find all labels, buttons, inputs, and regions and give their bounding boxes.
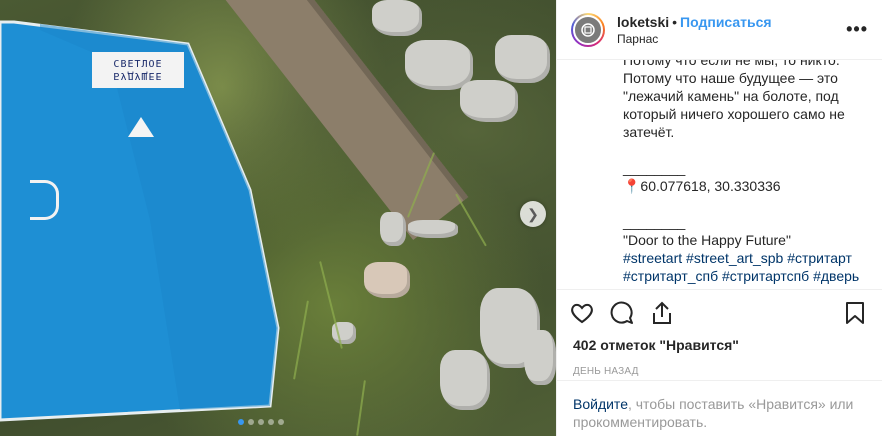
comment-button[interactable] xyxy=(609,300,635,326)
chevron-right-icon: ❯ xyxy=(527,205,539,222)
next-photo-button[interactable]: ❯ xyxy=(520,201,546,227)
instagram-post: СВЕТЛОЕ БУДУЩЕЕ ❯ loketski • Подписаться… xyxy=(0,0,882,436)
login-prompt: Войдите, чтобы поставить «Нравится» или … xyxy=(557,380,882,431)
avatar[interactable] xyxy=(571,12,605,47)
avatar-image xyxy=(573,14,603,45)
door-sign-line1: СВЕТЛОЕ xyxy=(113,59,163,70)
login-link[interactable]: Войдите xyxy=(573,396,628,412)
caption: Потому что если не мы, то никто. Потому … xyxy=(557,60,867,288)
post-header: loketski • Подписаться Парнас ••• xyxy=(557,0,882,60)
location-link[interactable]: Парнас xyxy=(617,31,846,47)
door-sign: СВЕТЛОЕ БУДУЩЕЕ xyxy=(92,52,184,88)
stone xyxy=(524,330,556,385)
comment-icon xyxy=(610,301,633,324)
post-time[interactable]: ДЕНЬ НАЗАД xyxy=(557,354,882,377)
username[interactable]: loketski xyxy=(617,14,669,30)
stone xyxy=(440,350,490,410)
share-button[interactable] xyxy=(649,300,675,326)
door-handle xyxy=(30,180,59,220)
stone xyxy=(380,212,406,246)
profile-logo-icon xyxy=(581,22,595,37)
follow-button[interactable]: Подписаться xyxy=(680,14,772,30)
stone xyxy=(460,80,518,122)
like-button[interactable] xyxy=(569,300,595,326)
door-sign-line2: БУДУЩЕЕ xyxy=(113,70,163,81)
heart-icon xyxy=(571,303,593,324)
carousel-dot xyxy=(278,419,284,425)
caption-hashtags[interactable]: #streetart #street_art_spb #стритарт #ст… xyxy=(623,250,864,288)
stone xyxy=(408,220,458,238)
carousel-indicator xyxy=(238,419,284,425)
bookmark-icon xyxy=(846,302,864,324)
likes-count[interactable]: 402 отметок "Нравится" xyxy=(557,336,882,354)
triangle-peephole xyxy=(128,117,154,137)
more-options-button[interactable]: ••• xyxy=(846,19,868,40)
post-photo[interactable]: СВЕТЛОЕ БУДУЩЕЕ ❯ xyxy=(0,0,556,436)
carousel-dot xyxy=(248,419,254,425)
post-sidebar: loketski • Подписаться Парнас ••• Потому ч… xyxy=(556,0,882,436)
actions-section: 402 отметок "Нравится" ДЕНЬ НАЗАД xyxy=(557,289,882,377)
caption-text: Потому что если не мы, то никто. Потому … xyxy=(623,60,845,248)
carousel-dot xyxy=(258,419,264,425)
more-horizontal-icon: ••• xyxy=(846,19,868,39)
stone xyxy=(405,40,473,90)
carousel-dot xyxy=(268,419,274,425)
stone xyxy=(495,35,550,83)
stone xyxy=(372,0,422,36)
save-button[interactable] xyxy=(842,300,868,326)
separator-dot: • xyxy=(672,13,678,30)
share-icon xyxy=(653,301,671,324)
carousel-dot xyxy=(238,419,244,425)
stone xyxy=(364,262,410,298)
action-icons xyxy=(557,290,882,336)
